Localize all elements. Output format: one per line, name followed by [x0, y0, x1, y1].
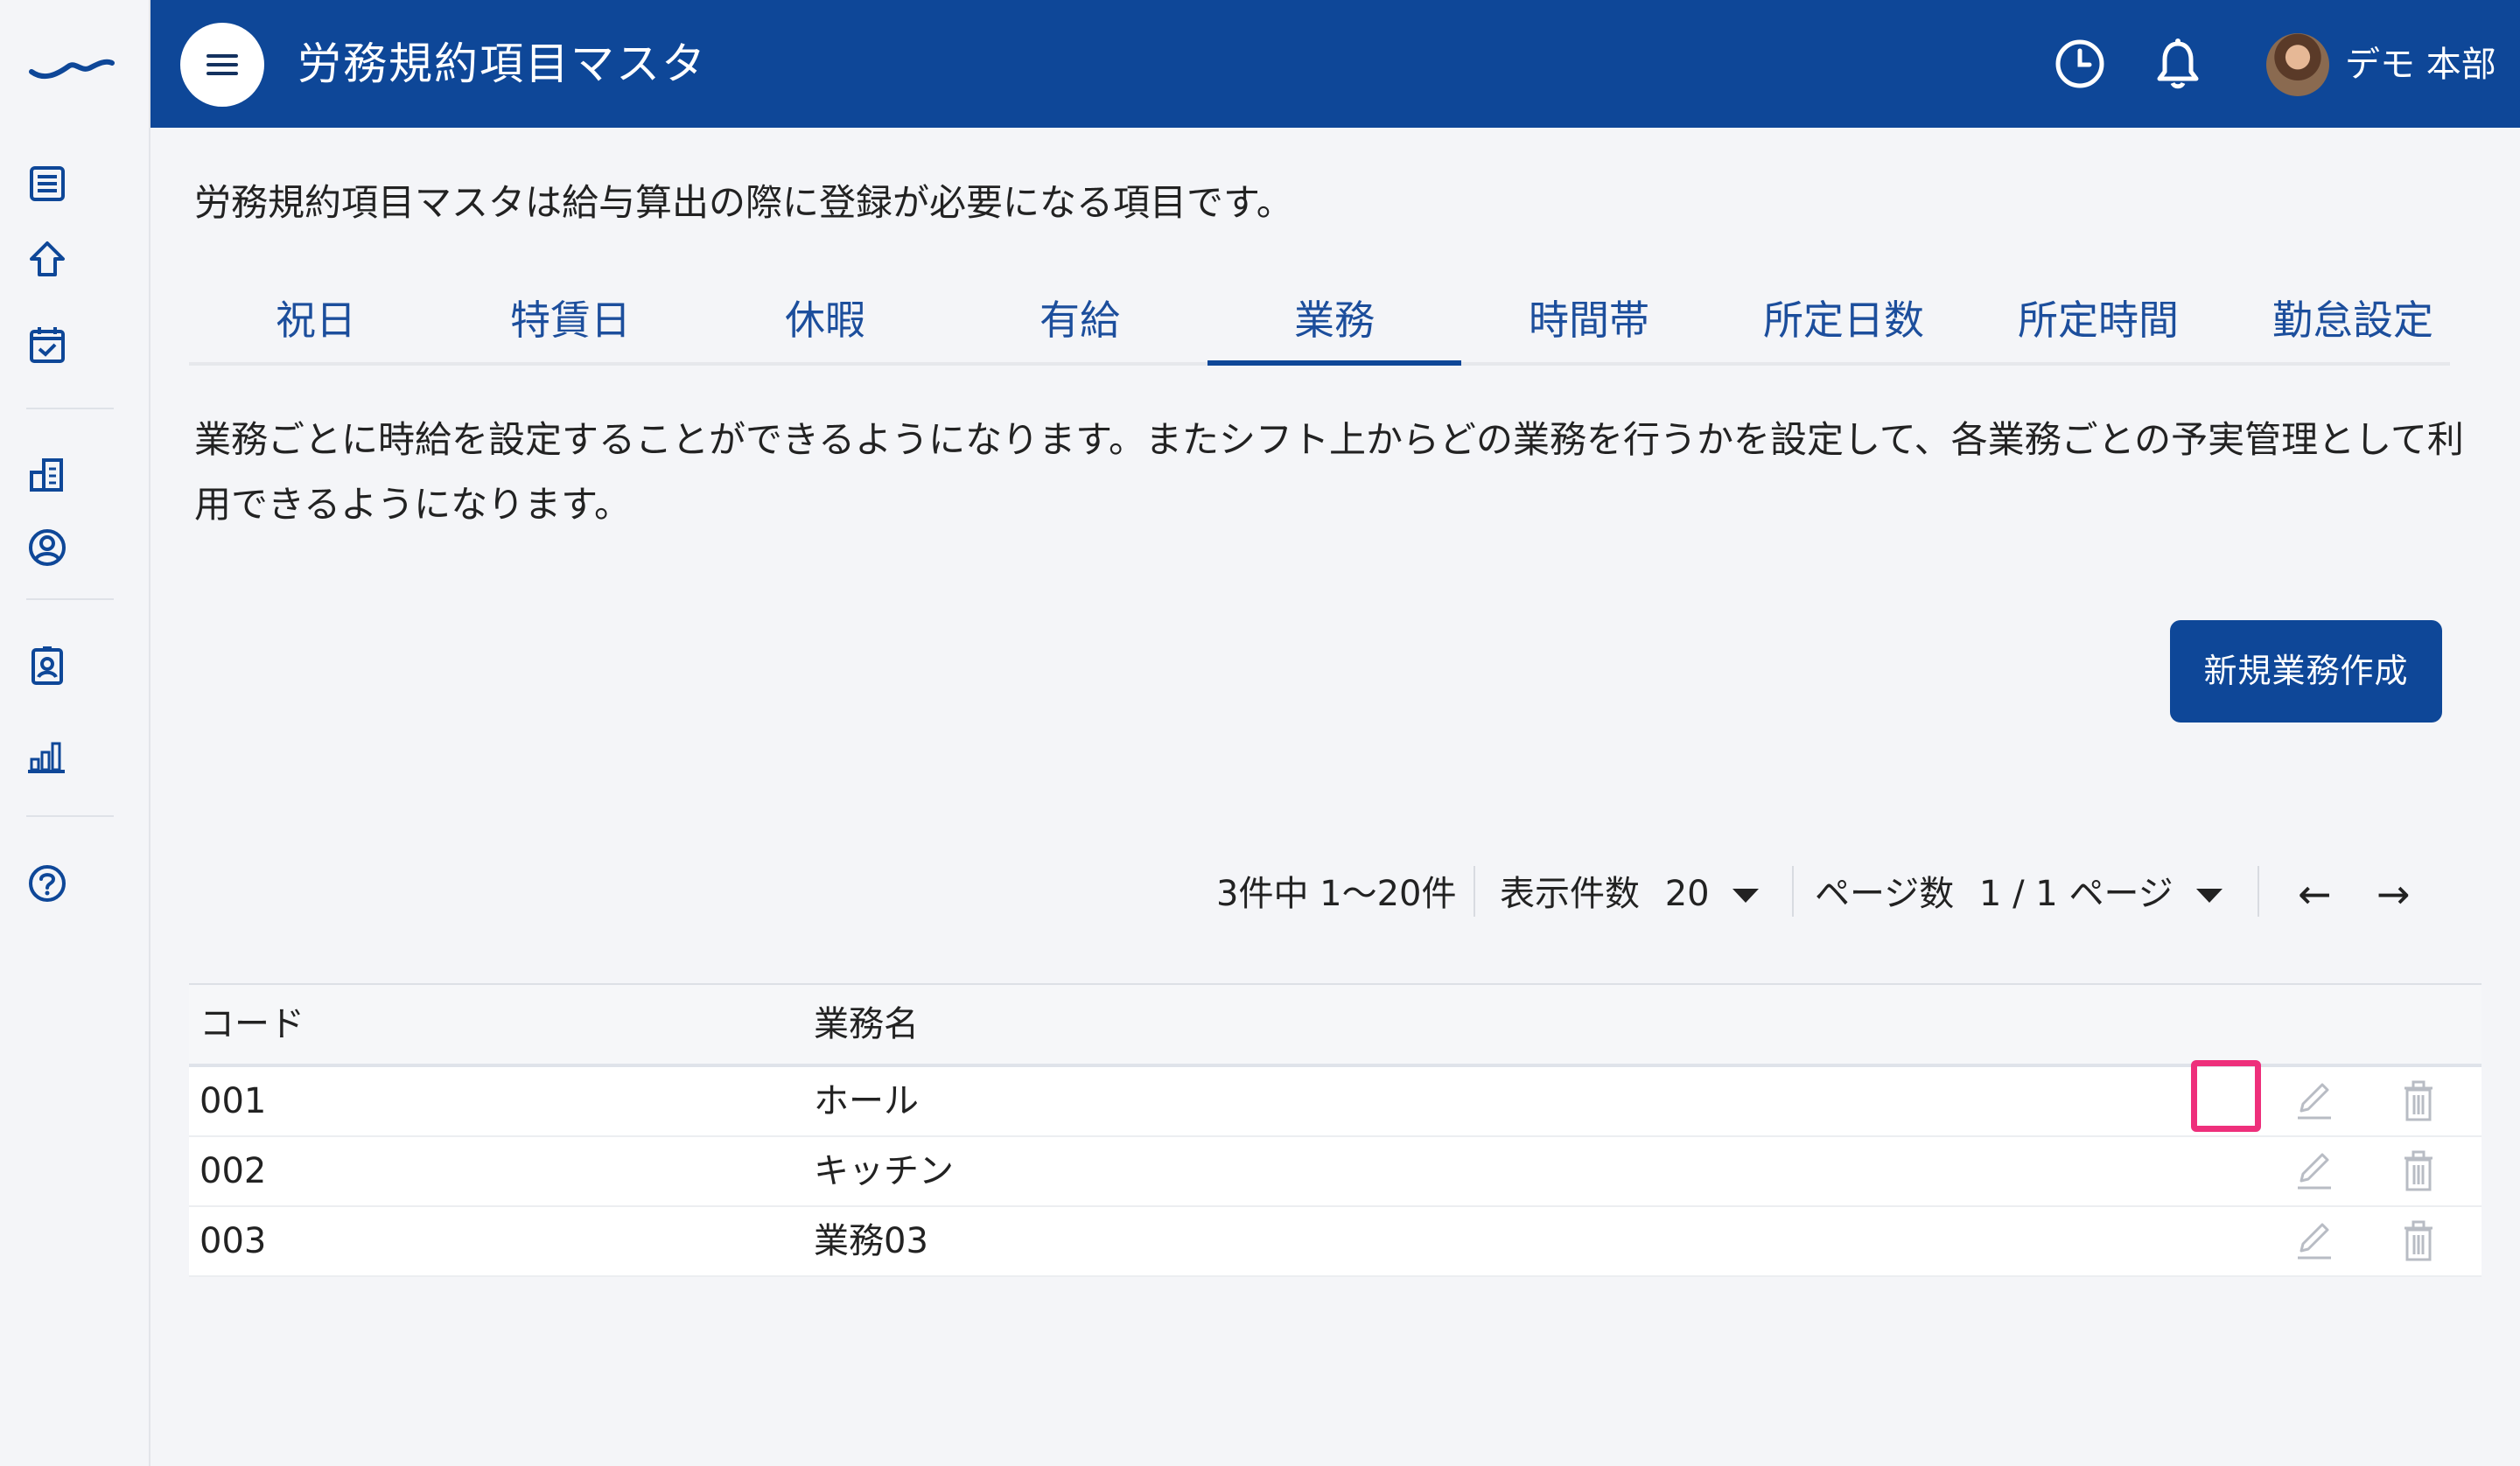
row-code: 003 [200, 1221, 267, 1261]
row-name: ホール [814, 1081, 919, 1121]
description-text: 業務ごとに時給を設定することができるようになります。またシフト上からどの業務を行… [194, 418, 2464, 526]
help-icon[interactable] [26, 862, 68, 904]
rail-divider [26, 408, 114, 409]
pager-divider [1474, 866, 1475, 917]
column-header-code[interactable]: コード [200, 985, 304, 1064]
row-name: 業務03 [814, 1221, 928, 1261]
prev-page-button[interactable]: ← [2298, 866, 2332, 922]
row-name: キッチン [814, 1151, 954, 1191]
page-title: 労務規約項目マスタ [298, 38, 707, 89]
per-page-value: 20 [1664, 874, 1710, 914]
tab-business[interactable]: 業務 [1208, 278, 1461, 366]
intro-text: 労務規約項目マスタは給与算出の際に登録が必要になる項目です。 [194, 181, 1293, 224]
edit-icon[interactable] [2292, 1078, 2334, 1125]
tab-holiday[interactable]: 祝日 [189, 278, 443, 362]
app-header: 労務規約項目マスタ デモ 本部 [150, 0, 2520, 128]
tab-attendance-settings[interactable]: 勤怠設定 [2226, 278, 2480, 362]
rail-divider [26, 815, 114, 817]
building-icon[interactable] [26, 453, 68, 495]
tab-scheduled-hours[interactable]: 所定時間 [1971, 278, 2225, 362]
id-card-icon[interactable] [26, 646, 68, 688]
tab-scheduled-days[interactable]: 所定日数 [1717, 278, 1970, 362]
next-page-button[interactable]: → [2376, 866, 2411, 922]
page-label: ページ数 [1815, 874, 1955, 914]
business-table: コード 業務名 001 ホール 002 キッチン 003 業務03 [189, 983, 2482, 1277]
table-row[interactable]: 001 ホール [189, 1067, 2482, 1137]
trash-icon[interactable] [2398, 1078, 2440, 1125]
menu-icon [206, 54, 238, 58]
table-row[interactable]: 003 業務03 [189, 1207, 2482, 1277]
pager-divider [2258, 866, 2259, 917]
menu-button[interactable] [180, 23, 264, 107]
side-rail [0, 0, 150, 1466]
new-business-button[interactable]: 新規業務作成 [2170, 620, 2442, 723]
tab-bar: 祝日 特賃日 休暇 有給 業務 時間帯 所定日数 所定時間 勤怠設定 [189, 278, 2450, 366]
tab-leave[interactable]: 休暇 [698, 278, 952, 362]
table-header: コード 業務名 [189, 983, 2482, 1067]
tab-paid-leave[interactable]: 有給 [953, 278, 1207, 362]
bell-icon[interactable] [2149, 35, 2207, 93]
per-page-label: 表示件数 [1500, 874, 1640, 914]
page-value: 1 / 1 ページ [1978, 874, 2174, 914]
trash-icon[interactable] [2398, 1218, 2440, 1265]
tab-special-wage[interactable]: 特賃日 [444, 278, 697, 362]
chevron-down-icon [2196, 889, 2223, 903]
per-page-select[interactable]: 表示件数 20 [1500, 866, 1760, 922]
result-summary: 3件中 1〜20件 [1216, 874, 1457, 914]
calendar-icon[interactable] [26, 324, 68, 366]
trash-icon[interactable] [2398, 1148, 2440, 1195]
edit-icon[interactable] [2292, 1218, 2334, 1265]
rail-divider [26, 598, 114, 600]
chevron-down-icon [1732, 889, 1760, 903]
clock-icon[interactable] [2051, 35, 2109, 93]
user-name[interactable]: デモ 本部 [2345, 40, 2496, 89]
column-header-name[interactable]: 業務名 [814, 985, 919, 1064]
list-icon[interactable] [26, 163, 68, 205]
delete-highlight-box [2191, 1060, 2261, 1132]
row-code: 002 [200, 1151, 267, 1191]
edit-icon[interactable] [2292, 1148, 2334, 1195]
user-circle-icon[interactable] [26, 527, 68, 569]
table-row[interactable]: 002 キッチン [189, 1137, 2482, 1207]
row-code: 001 [200, 1081, 267, 1121]
pager-divider [1792, 866, 1794, 917]
bar-chart-icon[interactable] [26, 735, 68, 777]
tab-time-slot[interactable]: 時間帯 [1462, 278, 1716, 362]
home-icon[interactable] [26, 238, 68, 280]
logo-icon[interactable] [26, 45, 117, 84]
avatar[interactable] [2266, 33, 2329, 96]
page-select[interactable]: ページ数 1 / 1 ページ [1815, 866, 2223, 922]
